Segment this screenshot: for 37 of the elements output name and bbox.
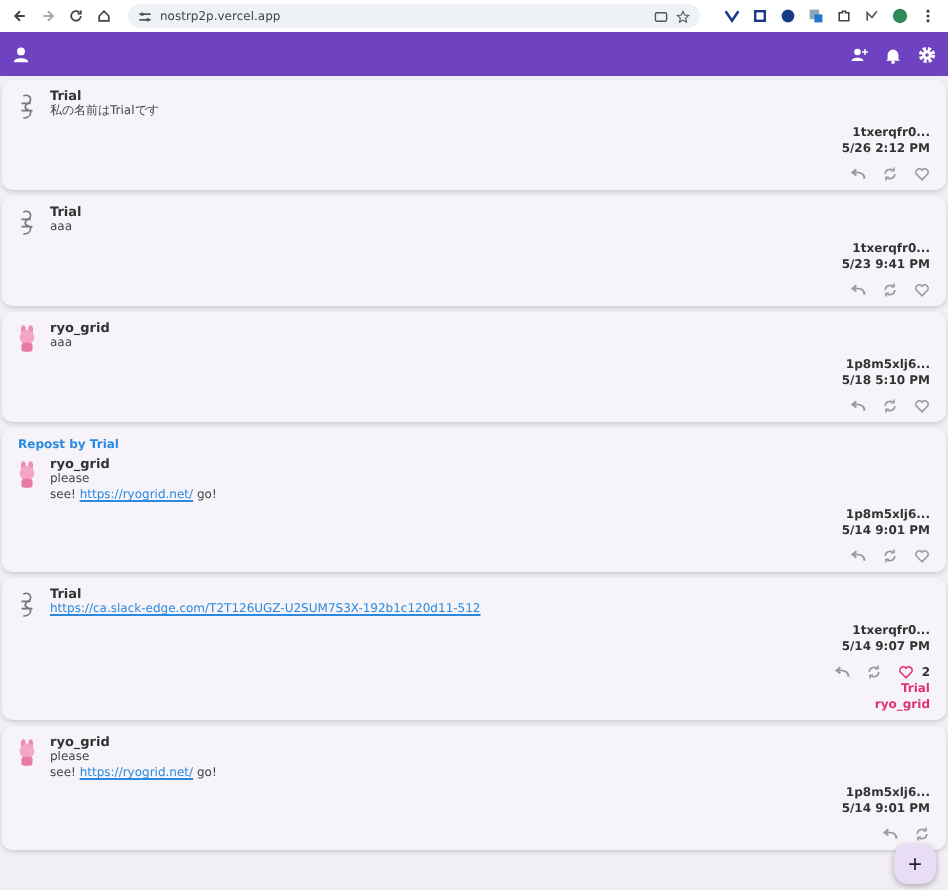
heart-icon[interactable] xyxy=(897,664,914,680)
avatar-icon[interactable] xyxy=(16,590,38,620)
add-button[interactable]: + xyxy=(894,844,936,884)
back-icon[interactable] xyxy=(12,8,28,24)
heart-icon[interactable] xyxy=(914,166,930,182)
settings-icon[interactable] xyxy=(918,45,936,63)
star-icon[interactable] xyxy=(676,9,690,23)
avatar-icon[interactable] xyxy=(16,460,38,490)
reload-icon[interactable] xyxy=(68,8,84,24)
repost-icon[interactable] xyxy=(882,282,898,298)
reply-icon[interactable] xyxy=(882,826,898,842)
avatar-icon[interactable] xyxy=(16,324,38,354)
heart-icon[interactable] xyxy=(914,548,930,564)
reply-icon[interactable] xyxy=(850,398,866,414)
bell-icon[interactable] xyxy=(884,45,902,63)
repost-icon[interactable] xyxy=(882,398,898,414)
avatar-icon[interactable] xyxy=(16,92,38,122)
home-icon[interactable] xyxy=(96,8,112,24)
extension-icon[interactable] xyxy=(864,8,880,24)
heart-icon[interactable] xyxy=(914,398,930,414)
repost-icon[interactable] xyxy=(865,664,882,680)
cast-icon[interactable] xyxy=(654,9,668,23)
profile-icon[interactable] xyxy=(892,8,908,24)
heart-icon[interactable] xyxy=(914,282,930,298)
reply-icon[interactable] xyxy=(833,664,850,680)
repost-icon[interactable] xyxy=(882,166,898,182)
reply-icon[interactable] xyxy=(850,548,866,564)
person-add-icon[interactable] xyxy=(850,45,868,63)
site-info-icon[interactable] xyxy=(138,9,152,23)
repost-icon[interactable] xyxy=(882,548,898,564)
person-icon[interactable] xyxy=(12,45,30,63)
avatar-icon[interactable] xyxy=(16,208,38,238)
reply-icon[interactable] xyxy=(850,166,866,182)
avatar-icon[interactable] xyxy=(16,738,38,768)
forward-icon[interactable] xyxy=(40,8,56,24)
reply-icon[interactable] xyxy=(850,282,866,298)
repost-icon[interactable] xyxy=(914,826,930,842)
